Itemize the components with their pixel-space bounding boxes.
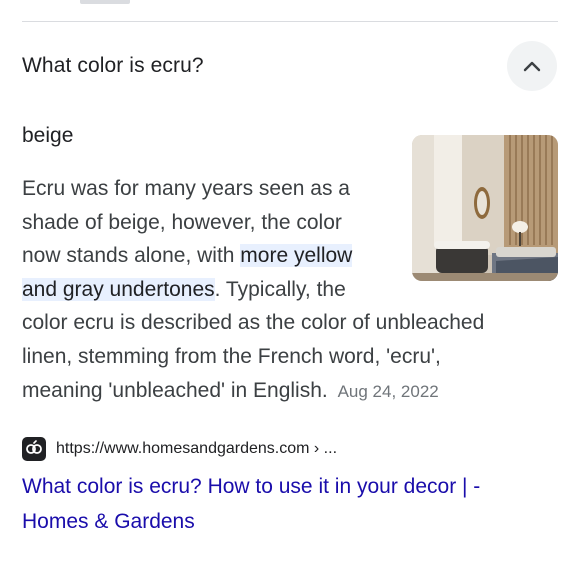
homes-and-gardens-favicon — [22, 437, 46, 461]
answer-highlight: more yellow — [240, 244, 353, 268]
faq-question-row[interactable]: What color is ecru? — [22, 22, 558, 110]
answer-text: . Typically, the — [214, 277, 346, 301]
source-row[interactable]: https://www.homesandgardens.com › ... — [22, 436, 337, 462]
result-title-line[interactable]: Homes & Gardens — [22, 504, 542, 539]
answer-line: color ecru is described as the color of … — [22, 311, 485, 335]
answer-line: linen, stemming from the French word, 'e… — [22, 344, 441, 368]
answer-highlight: and gray undertones — [22, 277, 215, 301]
favicon-mark — [26, 440, 42, 454]
result-title-line[interactable]: What color is ecru? How to use it in you… — [22, 469, 542, 504]
answer-line: now stands alone, with more yellow — [22, 239, 397, 273]
faq-question[interactable]: What color is ecru? — [22, 54, 204, 78]
answer-line: Ecru was for many years seen as a — [22, 177, 350, 200]
source-url[interactable]: https://www.homesandgardens.com › ... — [56, 440, 337, 458]
answer-line: shade of beige, however, the color — [22, 210, 342, 234]
collapse-button[interactable] — [507, 41, 557, 91]
previous-item-sliver — [80, 0, 130, 4]
answer-text: now stands alone, with — [22, 244, 241, 268]
answer-body: Ecru was for many years seen as a shade … — [22, 172, 542, 408]
answer-date: Aug 24, 2022 — [337, 381, 439, 401]
answer-text: meaning 'unbleached' in English. — [22, 378, 328, 402]
answer-line: meaning 'unbleached' in English. Aug 24,… — [22, 374, 542, 409]
answer-short: beige — [22, 124, 74, 147]
chevron-up-icon — [523, 61, 541, 72]
result-title-link[interactable]: What color is ecru? How to use it in you… — [22, 469, 542, 539]
answer-line: and gray undertones. Typically, the — [22, 273, 397, 307]
